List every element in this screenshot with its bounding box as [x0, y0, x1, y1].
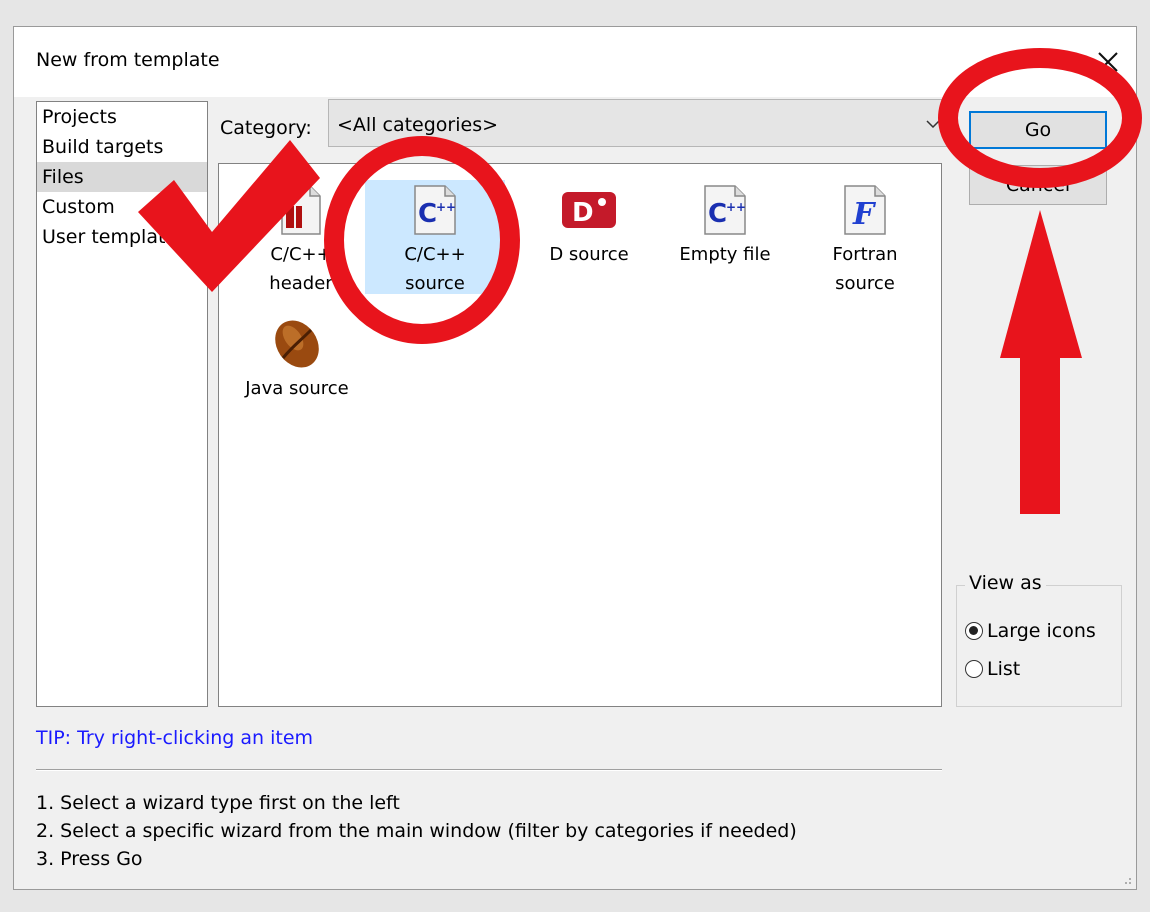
template-label-line1: Fortran	[832, 244, 898, 265]
template-label-line2: source	[405, 273, 465, 294]
tip-text: TIP: Try right-clicking an item	[36, 727, 314, 749]
instruction-line: 3. Press Go	[36, 848, 143, 870]
dialog-title: New from template	[36, 49, 220, 71]
fortran-source-icon: F	[844, 185, 886, 235]
template-empty-file[interactable]: C ++ Empty file	[655, 180, 795, 269]
radio-label-large-icons: Large icons	[987, 620, 1096, 642]
resize-grip-icon[interactable]	[1120, 873, 1132, 885]
instruction-line: 2. Select a specific wizard from the mai…	[36, 820, 797, 842]
radio-label-list: List	[987, 658, 1021, 680]
new-from-template-dialog: New from template Projects Build targets…	[13, 26, 1137, 890]
template-c-header[interactable]: C/C++ header	[231, 180, 371, 298]
svg-text:D: D	[572, 198, 594, 228]
java-source-icon	[275, 320, 319, 368]
wizard-item-files[interactable]: Files	[37, 162, 207, 192]
radio-large-icons[interactable]: Large icons	[965, 620, 1096, 642]
wizard-item-projects[interactable]: Projects	[37, 102, 207, 132]
close-button[interactable]	[1080, 27, 1136, 97]
view-as-legend: View as	[965, 572, 1046, 594]
radio-button[interactable]	[965, 660, 983, 678]
svg-text:++: ++	[726, 200, 746, 214]
template-label-line1: C/C++	[270, 244, 332, 265]
chevron-down-icon	[926, 120, 940, 129]
svg-text:C: C	[708, 199, 727, 229]
template-label-line1: D source	[549, 244, 629, 265]
svg-text:++: ++	[436, 200, 456, 214]
svg-text:C: C	[418, 199, 437, 229]
instruction-line: 1. Select a wizard type first on the lef…	[36, 792, 400, 814]
cpp-source-icon: C ++	[414, 185, 456, 235]
category-dropdown[interactable]: <All categories>	[328, 99, 956, 147]
wizard-type-list[interactable]: Projects Build targets Files Custom User…	[36, 101, 208, 707]
separator	[36, 769, 942, 771]
template-d-source[interactable]: D D source	[519, 180, 659, 269]
template-label-line1: Java source	[245, 378, 349, 399]
close-icon	[1098, 52, 1118, 72]
svg-text:F: F	[852, 197, 877, 232]
d-source-icon: D	[562, 192, 616, 228]
template-java-source[interactable]: Java source	[227, 314, 367, 403]
empty-file-icon: C ++	[704, 185, 746, 235]
wizard-item-build-targets[interactable]: Build targets	[37, 132, 207, 162]
template-label-line2: source	[835, 273, 895, 294]
title-bar: New from template	[14, 27, 1136, 97]
wizard-item-custom[interactable]: Custom	[37, 192, 207, 222]
wizard-item-user-templates[interactable]: User templates	[37, 222, 207, 252]
radio-button-checked[interactable]	[965, 622, 983, 640]
template-fortran-source[interactable]: F Fortran source	[795, 180, 935, 298]
category-value: <All categories>	[337, 114, 499, 136]
c-header-icon	[281, 185, 321, 235]
category-label: Category:	[220, 117, 312, 139]
template-panel[interactable]: C/C++ header C ++ C/C++ source D D sourc…	[218, 163, 942, 707]
template-label-line1: Empty file	[679, 244, 771, 265]
template-cpp-source[interactable]: C ++ C/C++ source	[365, 180, 505, 294]
template-label-line2: header	[269, 273, 333, 294]
radio-list[interactable]: List	[965, 658, 1020, 680]
template-label-line1: C/C++	[404, 244, 466, 265]
cancel-button[interactable]: Cancel	[969, 165, 1107, 205]
go-button[interactable]: Go	[969, 111, 1107, 149]
view-as-group: View as Large icons List	[956, 572, 1122, 707]
instructions: 1. Select a wizard type first on the lef…	[36, 789, 797, 873]
